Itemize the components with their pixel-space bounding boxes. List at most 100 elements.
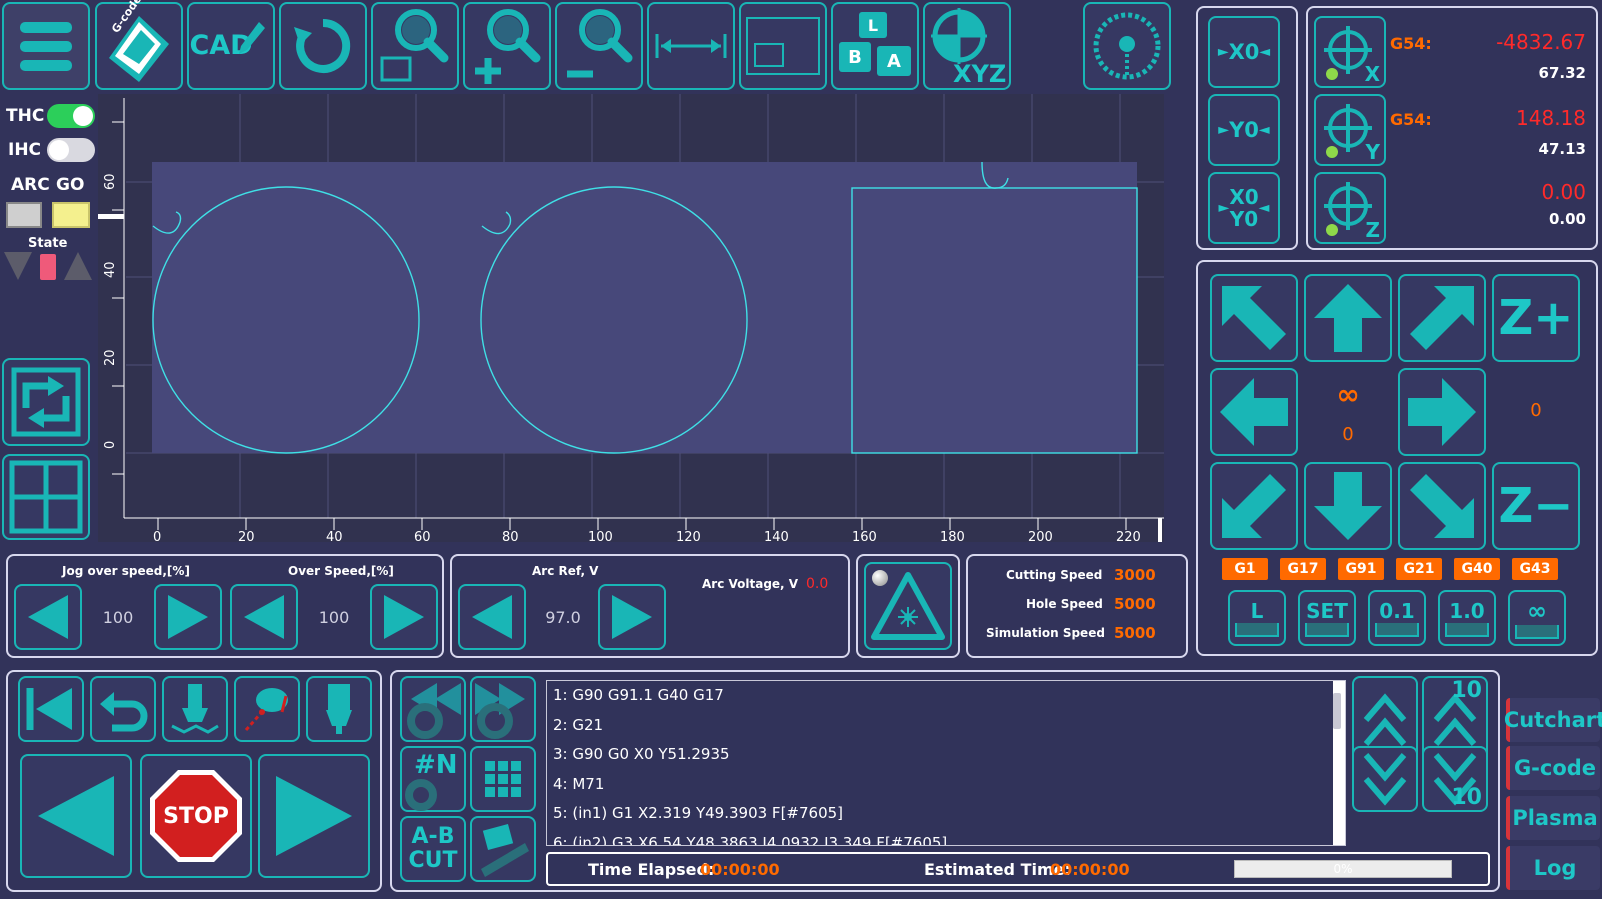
jog-speed-decrease-button[interactable] — [14, 584, 82, 650]
gcode-line[interactable]: 3: G90 G0 X0 Y51.2935 — [547, 740, 1333, 770]
estimated-label: Estimated Time: — [924, 860, 1071, 879]
jog-down-button[interactable] — [1304, 462, 1392, 550]
jog-up-button[interactable] — [1304, 274, 1392, 362]
jog-down-left-button[interactable] — [1210, 462, 1298, 550]
zero-x-button[interactable]: ► X0 ◄ — [1208, 16, 1280, 88]
step-continuous-button[interactable]: ∞ — [1508, 590, 1566, 646]
goto-line-button[interactable]: #N — [400, 746, 466, 812]
start-button[interactable] — [258, 754, 370, 878]
axis-x-button[interactable]: X — [1314, 16, 1386, 88]
rotate-part-button[interactable] — [470, 816, 536, 882]
x-tick-220: 220 — [1116, 530, 1141, 542]
step-0-1-button[interactable]: 0.1 — [1368, 590, 1426, 646]
laser-pointer-button[interactable] — [864, 562, 952, 650]
axis-y-button[interactable]: Y — [1314, 94, 1386, 166]
abl-button[interactable]: L B A — [831, 2, 919, 90]
reload-button[interactable] — [279, 2, 367, 90]
triangle-left-icon — [28, 595, 68, 639]
gcode-line[interactable]: 4: M71 — [547, 770, 1333, 800]
jog-z-minus-button[interactable]: Z− — [1492, 462, 1580, 550]
jog-up-left-button[interactable] — [1210, 274, 1298, 362]
zoom-out-button[interactable] — [555, 2, 643, 90]
rewind-start-button[interactable] — [18, 676, 84, 742]
tab-log[interactable]: Log — [1506, 846, 1600, 890]
jog-right-button[interactable] — [1398, 368, 1486, 456]
path-preview-button[interactable] — [234, 676, 300, 742]
grid-view-button[interactable] — [2, 454, 90, 540]
rotate-view-button[interactable] — [2, 358, 90, 446]
scroll-down-10-button[interactable]: 10 — [1422, 746, 1488, 812]
x-tick-100: 100 — [588, 530, 613, 542]
torch-height-button[interactable] — [162, 676, 228, 742]
torch-state-icon — [40, 254, 56, 280]
jog-over-speed-value: 100 — [102, 608, 134, 627]
gcode-file-icon — [109, 16, 169, 82]
open-gcode-button[interactable]: G-code — [95, 0, 183, 90]
toolpath-canvas[interactable]: 0 20 40 60 80 100 120 140 160 180 200 22… — [98, 94, 1164, 542]
jog-down-right-button[interactable] — [1398, 462, 1486, 550]
ab-cut-button[interactable]: A-B CUT — [400, 816, 466, 882]
torch-test-button[interactable] — [306, 676, 372, 742]
jog-up-right-button[interactable] — [1398, 274, 1486, 362]
tab-plasma[interactable]: Plasma — [1506, 796, 1600, 840]
material-sheet — [152, 162, 1137, 453]
zoom-out-icon — [567, 9, 633, 78]
jog-left-button[interactable] — [1210, 368, 1298, 456]
probe-button[interactable] — [1083, 2, 1171, 90]
axis-z-button[interactable]: Z — [1314, 172, 1386, 244]
zoom-fit-button[interactable] — [371, 2, 459, 90]
gcode-state-g17: G17 — [1280, 558, 1326, 580]
arc-ref-increase-button[interactable] — [598, 584, 666, 650]
arc-ref-decrease-button[interactable] — [458, 584, 526, 650]
set-origin-button[interactable]: XYZ — [923, 2, 1011, 90]
path-preview-icon — [244, 688, 288, 731]
step-length-button[interactable]: L — [1228, 590, 1286, 646]
torch-nozzle-icon — [326, 684, 352, 734]
tab-gcode[interactable]: G-code — [1506, 746, 1600, 790]
triangle-right-icon — [168, 595, 208, 639]
step-1-0-button[interactable]: 1.0 — [1438, 590, 1496, 646]
torch-up-icon — [64, 252, 92, 280]
menu-button[interactable] — [2, 2, 90, 90]
thc-toggle[interactable] — [47, 104, 95, 128]
gcode-line[interactable]: 5: (in1) G1 X2.319 Y49.3903 F[#7605] — [547, 799, 1333, 829]
scroll-down-button[interactable] — [1352, 746, 1418, 812]
go-label: GO — [56, 175, 85, 195]
gcode-prev-button[interactable] — [400, 676, 466, 742]
xyz-label: XYZ — [953, 60, 1007, 88]
triangle-right-icon — [384, 595, 424, 639]
gcode-line[interactable]: 1: G90 G91.1 G40 G17 — [547, 681, 1333, 711]
step-set-button[interactable]: SET — [1298, 590, 1356, 646]
frame-icon — [746, 17, 820, 75]
play-reverse-icon — [38, 776, 114, 856]
torch-down-icon — [4, 252, 32, 280]
select-area-button[interactable] — [739, 2, 827, 90]
zero-y-button[interactable]: ► Y0 ◄ — [1208, 94, 1280, 166]
stop-button[interactable]: STOP — [140, 754, 252, 878]
step-back-button[interactable] — [20, 754, 132, 878]
array-button[interactable] — [470, 746, 536, 812]
gcode-scrollbar[interactable] — [1333, 683, 1343, 843]
ihc-toggle[interactable] — [47, 138, 95, 162]
arrow-down-left-icon — [1222, 474, 1286, 538]
zoom-in-button[interactable] — [463, 2, 551, 90]
undo-button[interactable] — [90, 676, 156, 742]
key-a: A — [877, 46, 911, 76]
tab-cutchart[interactable]: Cutchart — [1504, 698, 1602, 742]
jog-speed-increase-button[interactable] — [154, 584, 222, 650]
gcode-viewer[interactable]: 1: G90 G91.1 G40 G17 2: G21 3: G90 G0 X0… — [546, 680, 1346, 846]
gcode-line[interactable]: 6: (in2) G3 X6.54 Y48.3863 I4.0932 J3.34… — [547, 829, 1333, 846]
key-l: L — [859, 12, 887, 38]
gcode-next-button[interactable] — [470, 676, 536, 742]
over-speed-increase-button[interactable] — [370, 584, 438, 650]
x-ruler-marker — [1158, 518, 1162, 542]
jog-z-plus-button[interactable]: Z+ — [1492, 274, 1580, 362]
cad-cam-button[interactable]: CAD — [187, 2, 275, 90]
measure-button[interactable] — [647, 2, 735, 90]
zero-xy-button[interactable]: ► X0 Y0 ◄ — [1208, 172, 1280, 244]
arrow-up-icon — [1314, 284, 1382, 352]
fast-forward-icon — [475, 683, 525, 739]
arrow-right-icon — [1408, 378, 1476, 446]
over-speed-decrease-button[interactable] — [230, 584, 298, 650]
gcode-line[interactable]: 2: G21 — [547, 711, 1333, 741]
